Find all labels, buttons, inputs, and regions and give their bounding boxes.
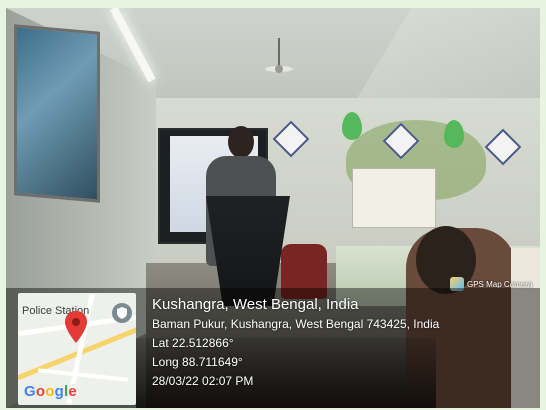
latitude: Lat 22.512866° — [152, 336, 234, 350]
timestamp: 28/03/22 02:07 PM — [152, 374, 254, 388]
location-address: Baman Pukur, Kushangra, West Bengal 7434… — [152, 317, 440, 331]
map-thumbnail: Police Station Google — [18, 293, 136, 405]
leaf-decoration — [444, 120, 464, 148]
google-logo: Google — [24, 383, 77, 400]
ceiling-fan-icon — [265, 38, 293, 73]
leaf-decoration — [342, 112, 362, 140]
police-station-icon — [112, 303, 132, 323]
longitude: Long 88.711649° — [152, 355, 243, 369]
event-banner — [352, 168, 436, 228]
speaker-head — [228, 126, 254, 158]
map-road — [38, 368, 128, 382]
location-title: Kushangra, West Bengal, India — [152, 296, 359, 313]
map-pin-icon — [65, 311, 87, 343]
photo-frame: GPS Map Camera Police Station Google Kus… — [6, 8, 540, 408]
location-info: Kushangra, West Bengal, India Baman Puku… — [152, 295, 532, 391]
window — [14, 24, 100, 203]
